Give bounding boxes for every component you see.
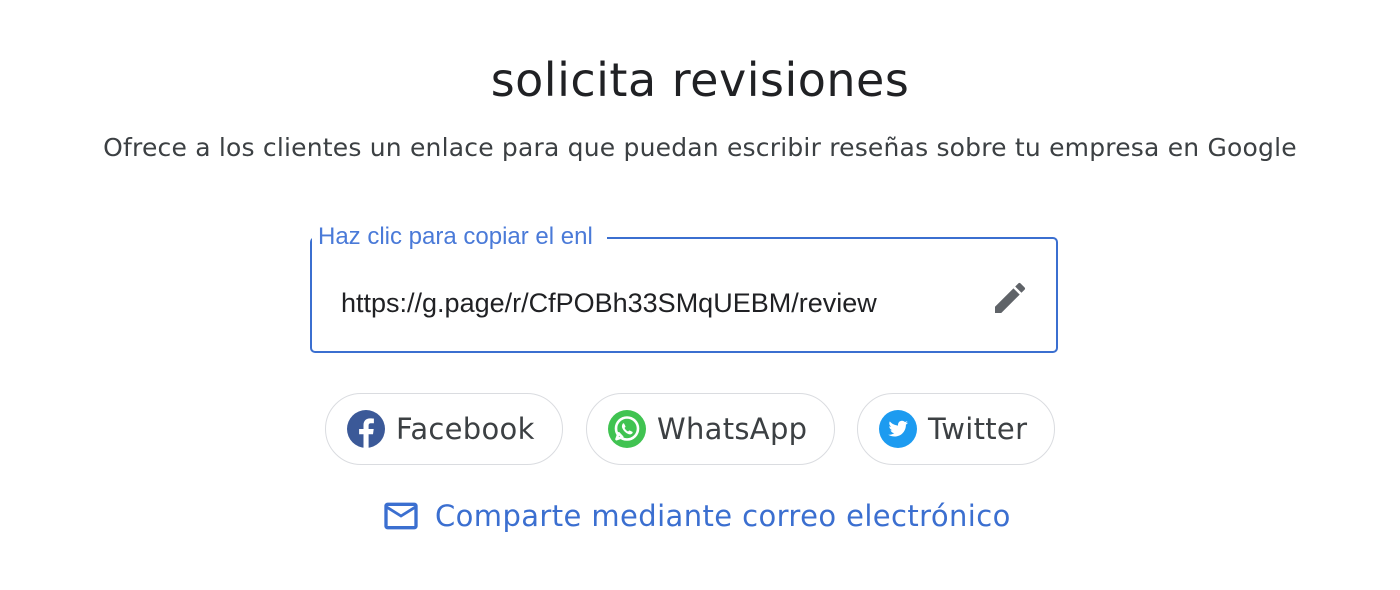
pencil-icon <box>995 282 1026 313</box>
twitter-icon <box>878 409 918 449</box>
share-twitter-button[interactable]: Twitter <box>857 393 1055 465</box>
review-link-value[interactable]: https://g.page/r/CfPOBh33SMqUEBM/review <box>341 283 877 323</box>
share-facebook-button[interactable]: Facebook <box>325 393 563 465</box>
whatsapp-icon <box>607 409 647 449</box>
share-twitter-label: Twitter <box>928 412 1028 446</box>
page-title: solicita revisiones <box>490 53 910 107</box>
share-email-link[interactable]: Comparte mediante correo electrónico <box>381 494 1011 538</box>
review-link-field-label: Haz clic para copiar el enl <box>312 220 607 254</box>
share-whatsapp-label: WhatsApp <box>657 412 808 446</box>
share-whatsapp-button[interactable]: WhatsApp <box>586 393 835 465</box>
page-subtitle: Ofrece a los clientes un enlace para que… <box>103 133 1297 162</box>
facebook-icon <box>346 409 386 449</box>
mail-icon <box>381 496 421 536</box>
share-email-label: Comparte mediante correo electrónico <box>435 499 1011 533</box>
share-facebook-label: Facebook <box>396 412 535 446</box>
edit-link-button[interactable] <box>988 276 1032 320</box>
